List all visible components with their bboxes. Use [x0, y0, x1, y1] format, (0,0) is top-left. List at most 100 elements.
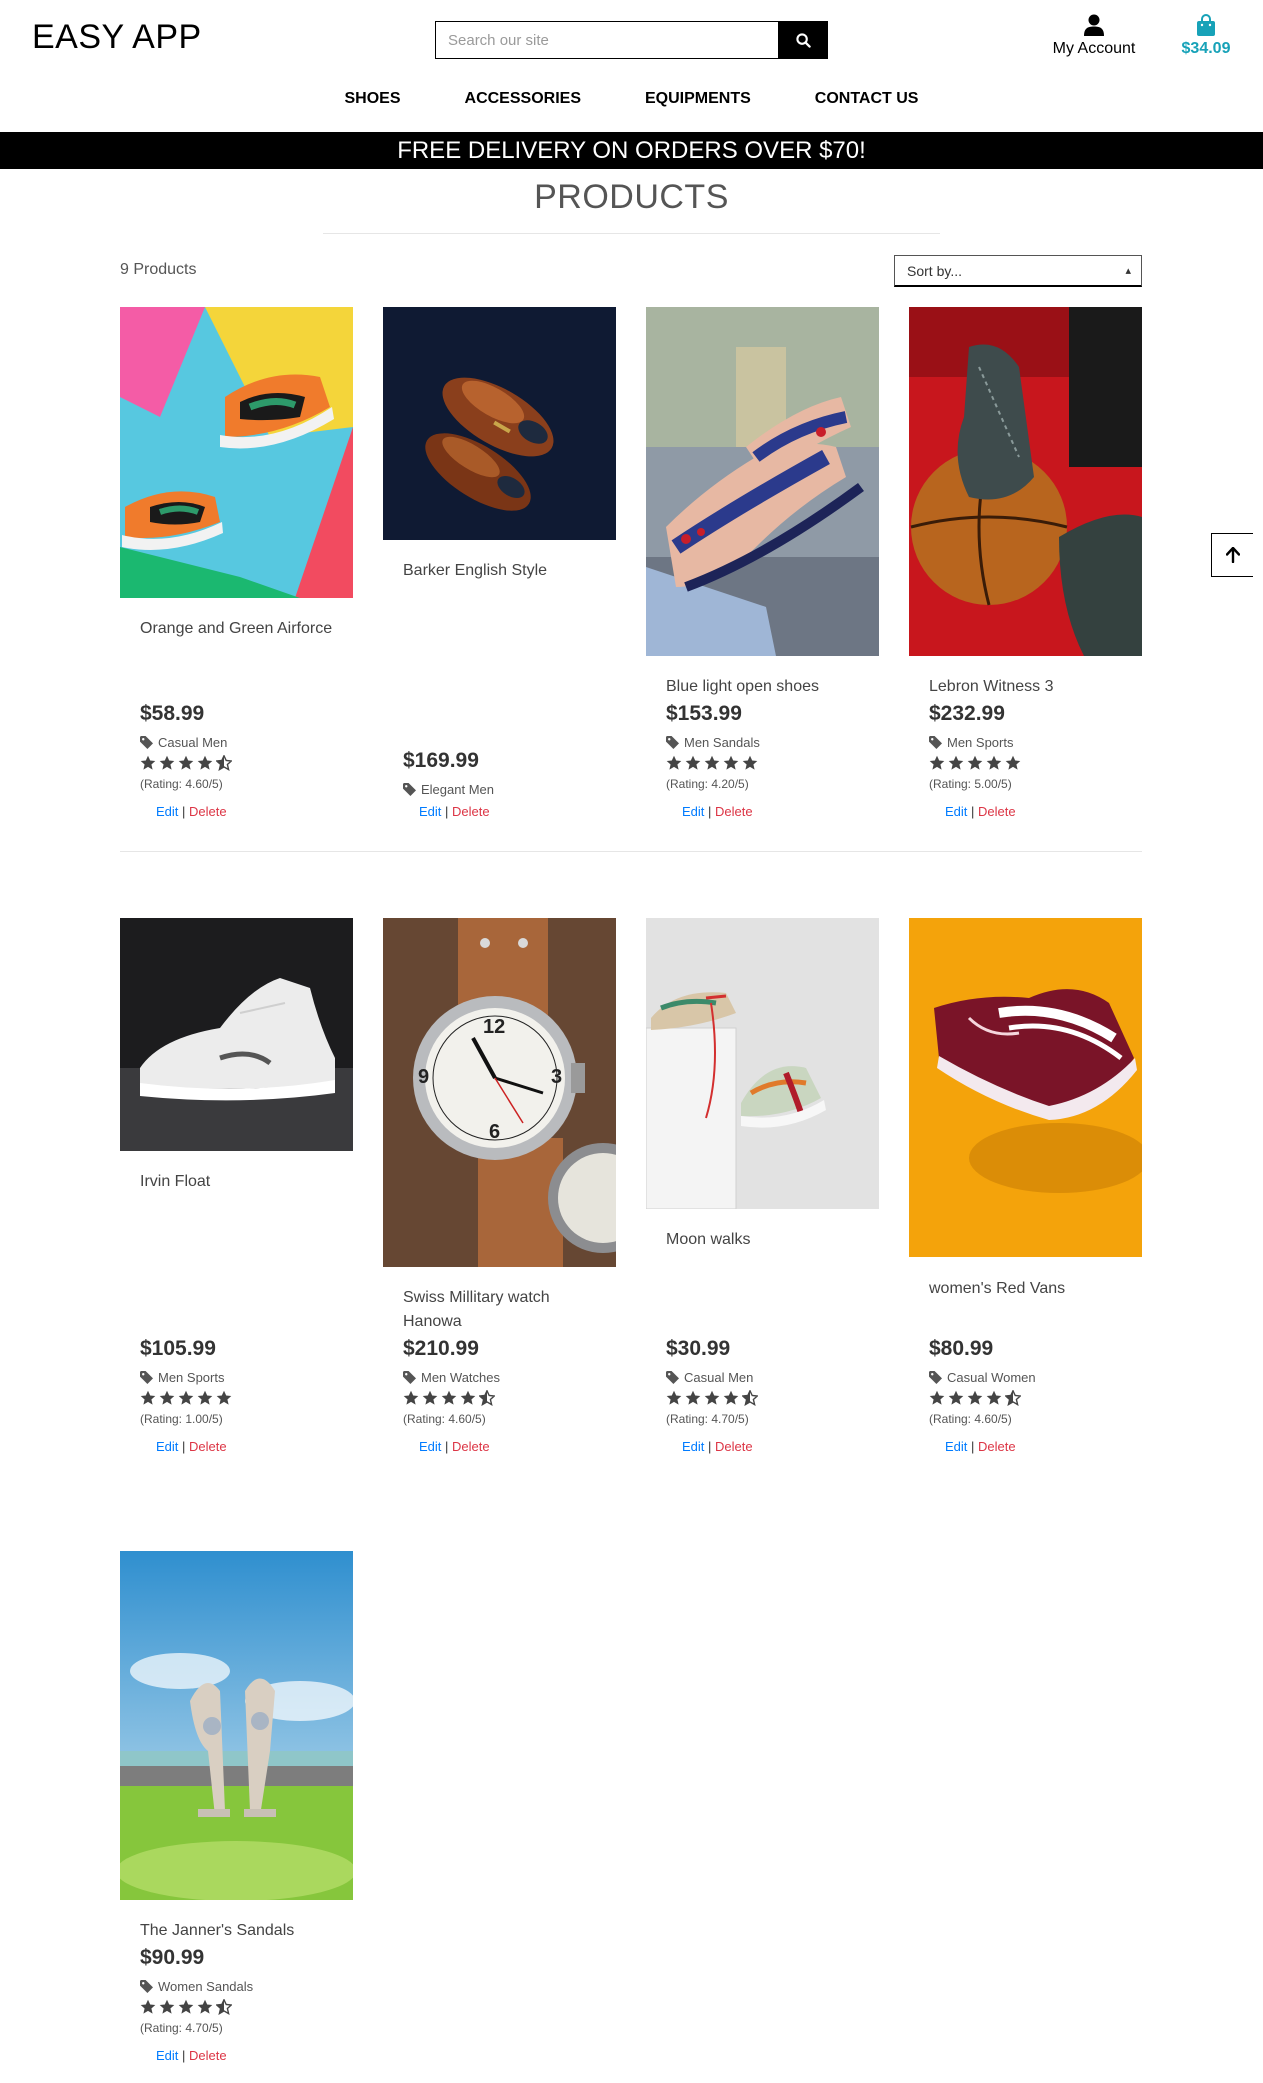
product-price: $153.99	[666, 702, 742, 725]
product-name[interactable]: Lebron Witness 3	[929, 675, 1129, 699]
product-count: 9 Products	[120, 261, 197, 278]
delete-link[interactable]: Delete	[978, 1439, 1016, 1454]
delete-link[interactable]: Delete	[189, 1439, 227, 1454]
product-category[interactable]: Women Sandals	[140, 1979, 253, 1994]
edit-link[interactable]: Edit	[945, 804, 967, 819]
site-logo[interactable]: EASY APP	[32, 18, 202, 57]
product-category[interactable]: Casual Men	[666, 1370, 753, 1385]
tag-icon	[140, 736, 153, 749]
product-image[interactable]: 12 9 3 6	[383, 918, 616, 1267]
star-icon	[723, 1390, 739, 1405]
edit-link[interactable]: Edit	[419, 1439, 441, 1454]
product-image[interactable]	[646, 918, 879, 1209]
product-price: $80.99	[929, 1337, 994, 1360]
product-rating: (Rating: 5.00/5)	[929, 777, 1012, 791]
sort-caret-icon: ▴	[1125, 265, 1131, 277]
product-name[interactable]: Orange and Green Airforce	[140, 617, 340, 641]
product-category[interactable]: Elegant Men	[403, 782, 494, 797]
star-icon	[986, 755, 1002, 770]
tag-icon	[929, 736, 942, 749]
nav-equipments[interactable]: EQUIPMENTS	[613, 90, 783, 108]
product-image[interactable]	[120, 307, 353, 598]
edit-link[interactable]: Edit	[682, 804, 704, 819]
product-rating: (Rating: 1.00/5)	[140, 1412, 223, 1426]
product-category-label: Women Sandals	[158, 1979, 254, 1994]
product-category[interactable]: Casual Men	[140, 735, 227, 750]
product-price: $58.99	[140, 702, 205, 725]
product-category[interactable]: Men Sandals	[666, 735, 760, 750]
edit-link[interactable]: Edit	[945, 1439, 967, 1454]
sort-select-value: Sort by...	[907, 263, 962, 279]
edit-link[interactable]: Edit	[156, 1439, 178, 1454]
delivery-banner: FREE DELIVERY ON ORDERS OVER $70!	[0, 132, 1263, 169]
product-image[interactable]	[120, 918, 353, 1151]
star-icon	[216, 1390, 232, 1405]
delete-link[interactable]: Delete	[452, 804, 490, 819]
product-actions: Edit | Delete	[156, 1439, 227, 1454]
delete-link[interactable]: Delete	[978, 804, 1016, 819]
product-image[interactable]	[120, 1551, 353, 1900]
action-separator: |	[445, 804, 449, 819]
star-half-icon	[742, 1390, 758, 1406]
action-separator: |	[445, 1439, 449, 1454]
star-icon	[140, 1390, 156, 1405]
product-image[interactable]	[646, 307, 879, 656]
back-to-top-button[interactable]	[1211, 533, 1253, 577]
product-rating: (Rating: 4.70/5)	[666, 1412, 749, 1426]
tag-icon	[666, 1371, 679, 1384]
product-stars	[140, 755, 232, 771]
product-name[interactable]: women's Red Vans	[929, 1277, 1129, 1301]
svg-text:3: 3	[551, 1066, 562, 1088]
nav-contact-us[interactable]: CONTACT US	[783, 90, 951, 108]
product-category-label: Casual Men	[158, 735, 228, 750]
delete-link[interactable]: Delete	[452, 1439, 490, 1454]
product-name[interactable]: Swiss Millitary watch Hanowa	[403, 1286, 603, 1334]
search-button[interactable]	[778, 21, 828, 59]
product-image[interactable]	[909, 918, 1142, 1257]
product-category[interactable]: Men Sports	[140, 1370, 224, 1385]
search-form	[435, 21, 828, 59]
product-category[interactable]: Men Watches	[403, 1370, 500, 1385]
product-stars	[929, 1390, 1021, 1406]
main-nav: SHOES ACCESSORIES EQUIPMENTS CONTACT US	[0, 90, 1263, 108]
product-category[interactable]: Men Sports	[929, 735, 1013, 750]
product-stars	[403, 1390, 495, 1406]
delete-link[interactable]: Delete	[189, 804, 227, 819]
product-name[interactable]: The Janner's Sandals	[140, 1919, 340, 1943]
product-actions: Edit | Delete	[156, 2048, 227, 2063]
edit-link[interactable]: Edit	[682, 1439, 704, 1454]
shopping-bag-link[interactable]: $34.09	[1174, 14, 1238, 58]
edit-link[interactable]: Edit	[156, 2048, 178, 2063]
my-account-link[interactable]: My Account	[1048, 14, 1140, 58]
product-name[interactable]: Irvin Float	[140, 1170, 340, 1194]
product-name[interactable]: Blue light open shoes	[666, 675, 866, 699]
nav-shoes[interactable]: SHOES	[313, 90, 433, 108]
action-separator: |	[708, 804, 712, 819]
nav-accessories[interactable]: ACCESSORIES	[433, 90, 613, 108]
svg-text:9: 9	[418, 1066, 429, 1088]
edit-link[interactable]: Edit	[419, 804, 441, 819]
edit-link[interactable]: Edit	[156, 804, 178, 819]
product-image[interactable]	[909, 307, 1142, 656]
star-icon	[197, 1390, 213, 1405]
product-actions: Edit | Delete	[682, 1439, 753, 1454]
action-separator: |	[182, 2048, 186, 2063]
product-image[interactable]	[383, 307, 616, 540]
tag-icon	[140, 1371, 153, 1384]
tag-icon	[929, 1371, 942, 1384]
delete-link[interactable]: Delete	[715, 804, 753, 819]
product-name[interactable]: Moon walks	[666, 1228, 866, 1252]
product-category[interactable]: Casual Women	[929, 1370, 1036, 1385]
product-name[interactable]: Barker English Style	[403, 559, 603, 583]
product-actions: Edit | Delete	[945, 1439, 1016, 1454]
product-category-label: Men Sports	[158, 1370, 225, 1385]
star-icon	[178, 755, 194, 770]
title-divider	[323, 233, 940, 234]
search-input[interactable]	[435, 21, 778, 59]
star-icon	[1005, 755, 1021, 770]
delete-link[interactable]: Delete	[715, 1439, 753, 1454]
product-rating: (Rating: 4.20/5)	[666, 777, 749, 791]
sort-select[interactable]: Sort by... ▴	[894, 255, 1142, 287]
star-icon	[685, 755, 701, 770]
delete-link[interactable]: Delete	[189, 2048, 227, 2063]
